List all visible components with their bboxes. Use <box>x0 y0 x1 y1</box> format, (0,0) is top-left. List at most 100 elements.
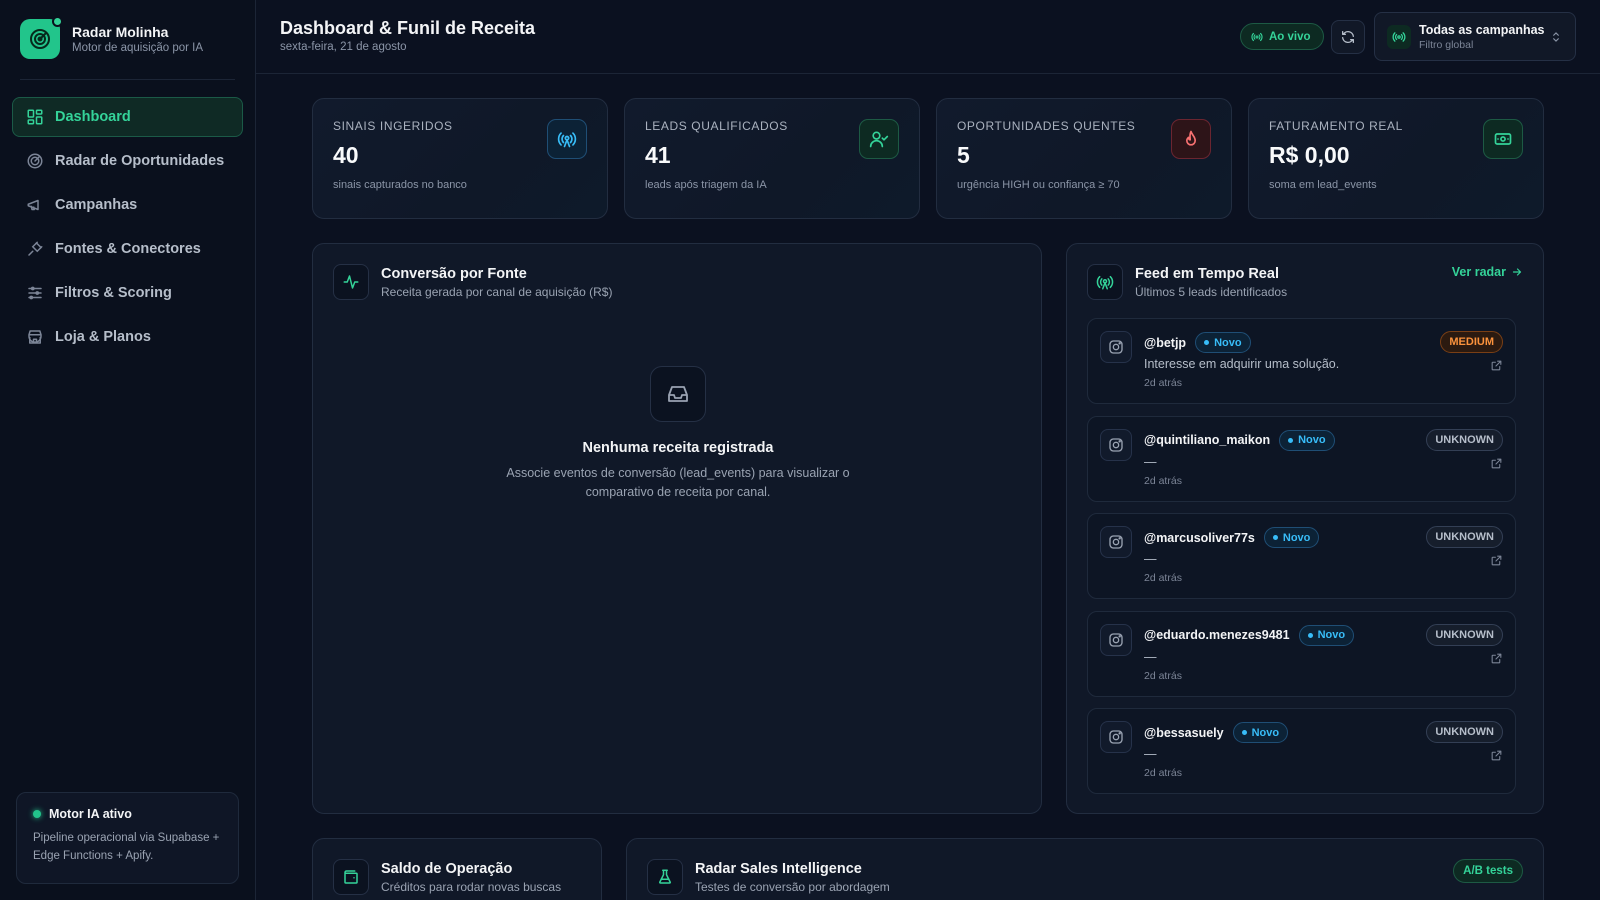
page-date: sexta-feira, 21 de agosto <box>280 41 407 53</box>
user-check-icon <box>859 119 899 159</box>
brand-status-dot <box>52 16 63 27</box>
feed-panel: Feed em Tempo Real Últimos 5 leads ident… <box>1066 243 1544 814</box>
urgency-badge: MEDIUM <box>1440 331 1503 353</box>
lead-handle: @eduardo.menezes9481 <box>1144 628 1290 642</box>
kpi-description: urgência HIGH ou confiança ≥ 70 <box>957 179 1120 191</box>
sidebar-item-dashboard[interactable]: Dashboard <box>12 97 243 137</box>
sidebar-item-label: Dashboard <box>55 109 131 125</box>
sidebar: Radar Molinha Motor de aquisição por IA … <box>0 0 256 900</box>
campaign-icon <box>1387 24 1411 49</box>
live-label: Ao vivo <box>1269 30 1311 43</box>
lead-message: — <box>1144 649 1157 664</box>
conversion-panel: Conversão por Fonte Receita gerada por c… <box>312 243 1042 814</box>
panel-title: Feed em Tempo Real <box>1135 266 1279 282</box>
status-badge: Novo <box>1232 722 1289 743</box>
lead-handle: @bessasuely <box>1144 725 1224 740</box>
brand-tagline: Motor de aquisição por IA <box>72 41 204 54</box>
flame-icon <box>1171 119 1211 159</box>
live-broadcast-icon <box>1251 32 1263 41</box>
instagram-icon <box>1100 526 1132 558</box>
brand-name: Radar Molinha <box>72 23 169 40</box>
sidebar-item-filtros[interactable]: Filtros & Scoring <box>12 273 243 313</box>
panel-subtitle: Testes de conversão por abordagem <box>695 880 890 894</box>
top-header: Dashboard & Funil de Receita sexta-feira… <box>256 0 1600 74</box>
sidebar-item-label: Campanhas <box>55 197 138 213</box>
sidebar-item-label: Radar de Oportunidades <box>55 153 225 169</box>
sidebar-item-label: Fontes & Conectores <box>55 241 201 257</box>
panel-title: Radar Sales Intelligence <box>695 861 862 877</box>
sidebar-item-radar[interactable]: Radar de Oportunidades <box>12 141 243 181</box>
megaphone-icon <box>27 199 39 211</box>
kpi-card-sinais: Sinais ingeridos 40 sinais capturados no… <box>312 98 608 219</box>
sidebar-nav: Dashboard Radar de Oportunidades Campanh… <box>12 97 243 361</box>
campaign-select-sub: Filtro global <box>1419 38 1474 51</box>
kpi-description: soma em lead_events <box>1269 179 1377 191</box>
campaign-select-value: Todas as campanhas <box>1419 22 1545 37</box>
feed-item[interactable]: @betjp Novo Interesse em adquirir uma so… <box>1087 318 1516 404</box>
sales-intelligence-panel: Radar Sales Intelligence Testes de conve… <box>626 838 1544 900</box>
panel-title: Conversão por Fonte <box>381 266 527 282</box>
external-link-icon[interactable] <box>1490 554 1503 567</box>
sidebar-item-label: Loja & Planos <box>55 329 151 345</box>
arrow-right-icon <box>1512 268 1522 276</box>
ai-status-description: Pipeline operacional via Supabase + Edge… <box>33 832 220 862</box>
ver-radar-label: Ver radar <box>1451 265 1506 279</box>
urgency-badge: UNKNOWN <box>1426 526 1503 548</box>
lead-time: 2d atrás <box>1144 474 1182 487</box>
inbox-icon <box>650 366 706 422</box>
instagram-icon <box>1100 428 1132 461</box>
kpi-card-leads: Leads qualificados 41 leads após triagem… <box>624 98 920 219</box>
urgency-badge: UNKNOWN <box>1426 428 1503 451</box>
panel-title: Saldo de Operação <box>381 861 513 877</box>
external-link-icon[interactable] <box>1490 457 1503 470</box>
instagram-icon <box>1100 721 1132 753</box>
ai-status-title: Motor IA ativo <box>49 807 132 821</box>
urgency-badge: UNKNOWN <box>1426 721 1503 743</box>
radar-icon <box>27 153 43 169</box>
empty-state-description: Associe eventos de conversão (lead_event… <box>506 466 850 499</box>
sidebar-item-fontes[interactable]: Fontes & Conectores <box>12 229 243 269</box>
lead-time: 2d atrás <box>1144 767 1182 779</box>
plug-icon <box>28 241 43 256</box>
status-badge: Novo <box>1195 332 1251 353</box>
instagram-icon <box>1100 331 1132 363</box>
feed-item[interactable]: @quintiliano_maikon Novo — 2d atrás UNKN… <box>1087 415 1516 502</box>
feed-item[interactable]: @marcusoliver77s Novo — 2d atrás UNKNOWN <box>1087 513 1516 599</box>
lead-message: — <box>1144 747 1157 761</box>
live-indicator[interactable]: Ao vivo <box>1240 23 1324 50</box>
activity-icon <box>333 264 369 300</box>
feed-item[interactable]: @eduardo.menezes9481 Novo — 2d atrás UNK… <box>1087 610 1516 697</box>
status-badge: Novo <box>1298 624 1355 646</box>
refresh-button[interactable] <box>1331 20 1365 54</box>
panel-subtitle: Créditos para rodar novas buscas <box>381 880 562 894</box>
feed-item[interactable]: @bessasuely Novo — 2d atrás UNKNOWN <box>1087 708 1516 794</box>
brand[interactable]: Radar Molinha Motor de aquisição por IA <box>20 16 204 59</box>
lead-handle: @quintiliano_maikon <box>1144 433 1271 447</box>
chevron-up-down-icon <box>1553 32 1559 42</box>
ab-tests-badge[interactable]: A/B tests <box>1453 859 1523 883</box>
store-icon <box>28 330 42 344</box>
empty-state-title: Nenhuma receita registrada <box>582 440 774 456</box>
external-link-icon[interactable] <box>1490 749 1503 762</box>
brand-logo <box>20 16 63 59</box>
radar-logo-icon <box>30 29 50 49</box>
feed-list: @betjp Novo Interesse em adquirir uma so… <box>1087 318 1516 806</box>
antenna-icon <box>547 119 587 159</box>
flask-icon <box>647 859 683 895</box>
lead-handle: @betjp <box>1144 335 1187 350</box>
ver-radar-link[interactable]: Ver radar <box>1452 265 1523 279</box>
lead-message: Interesse em adquirir uma solução. <box>1144 357 1340 371</box>
panel-subtitle: Últimos 5 leads identificados <box>1135 285 1288 299</box>
lead-message: — <box>1144 454 1157 469</box>
sidebar-item-campanhas[interactable]: Campanhas <box>12 185 243 225</box>
kpi-card-faturamento: Faturamento real R$ 0,00 soma em lead_ev… <box>1248 98 1544 219</box>
external-link-icon[interactable] <box>1490 359 1503 372</box>
lead-message: — <box>1144 552 1157 566</box>
campaign-select[interactable]: Todas as campanhas Filtro global <box>1374 12 1576 61</box>
external-link-icon[interactable] <box>1490 652 1503 665</box>
dashboard-icon <box>27 109 43 125</box>
banknote-icon <box>1483 119 1523 159</box>
kpi-description: sinais capturados no banco <box>333 179 467 191</box>
page-title: Dashboard & Funil de Receita <box>280 18 536 38</box>
sidebar-item-loja[interactable]: Loja & Planos <box>12 317 243 357</box>
